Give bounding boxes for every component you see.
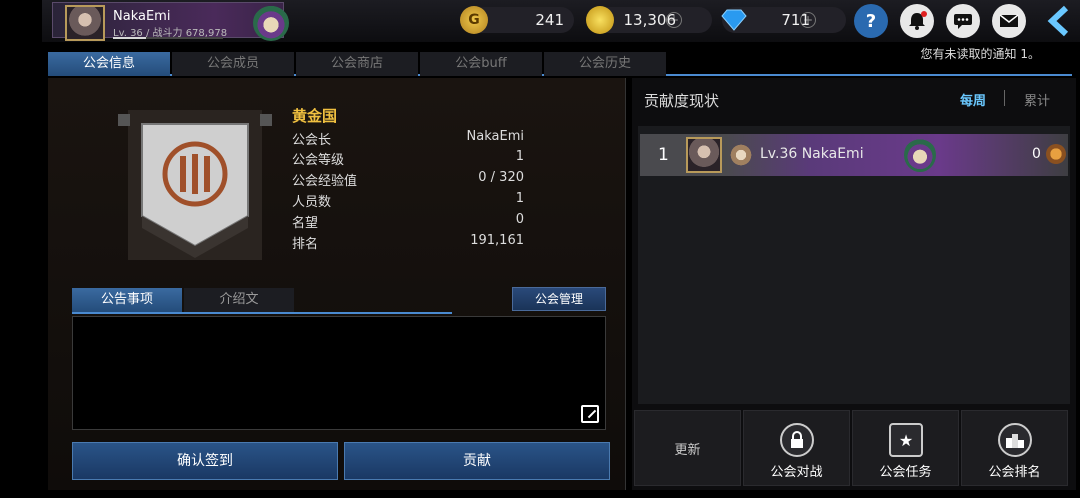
info-label: 公会经验值 xyxy=(292,174,358,189)
member-name: Lv.36 NakaEmi xyxy=(760,146,864,162)
contribution-list: 1 Lv.36 NakaEmi 0 xyxy=(638,126,1070,404)
guild-tabs: 公会信息 公会成员 公会商店 公会buff 公会历史 xyxy=(48,50,1072,76)
cumulative-toggle[interactable]: 累计 xyxy=(1024,90,1050,109)
guild-banner xyxy=(110,96,280,266)
info-row-fame: 名望 0 xyxy=(292,212,524,231)
diamond-icon xyxy=(720,6,748,34)
guild-ranking-button[interactable]: 公会排名 xyxy=(961,410,1068,486)
info-value: 191,161 xyxy=(470,233,524,248)
mail-icon[interactable] xyxy=(992,4,1026,38)
info-value: 1 xyxy=(515,191,524,206)
star-shield-icon: ★ xyxy=(889,423,923,457)
gold-g-icon: G xyxy=(460,6,488,34)
info-value: 0 xyxy=(515,212,524,227)
tab-guild-history[interactable]: 公会历史 xyxy=(544,52,666,76)
gold-value: 241 xyxy=(535,11,564,29)
info-label: 排名 xyxy=(292,237,319,252)
guild-info-panel: 黄金国 公会长 NakaEmi 公会等级 1 公会经验值 0 / 320 人员数… xyxy=(48,78,626,490)
info-value: NakaEmi xyxy=(466,129,524,144)
member-avatar xyxy=(686,137,722,173)
list-item[interactable]: 1 Lv.36 NakaEmi 0 xyxy=(640,134,1068,176)
jester-icon xyxy=(904,138,936,172)
checkin-button[interactable]: 确认签到 xyxy=(72,442,338,480)
podium-icon xyxy=(998,423,1032,457)
guild-battle-button[interactable]: 公会对战 xyxy=(743,410,850,486)
contribution-panel: 贡献度现状 每周 累计 1 Lv.36 NakaEmi 0 更新 公会对战 ★ … xyxy=(632,78,1076,490)
weekly-toggle[interactable]: 每周 xyxy=(960,90,986,109)
back-arrow-icon[interactable] xyxy=(1042,4,1076,38)
info-row-leader: 公会长 NakaEmi xyxy=(292,129,524,148)
player-name: NakaEmi xyxy=(113,9,171,24)
chat-icon[interactable] xyxy=(946,4,980,38)
gold-currency: G 241 xyxy=(460,6,574,34)
tab-guild-info[interactable]: 公会信息 xyxy=(48,52,170,76)
refresh-label: 更新 xyxy=(674,443,701,458)
guild-ranking-label: 公会排名 xyxy=(988,465,1041,480)
player-card[interactable]: NakaEmi Lv. 36 / 战斗力 678,978 xyxy=(52,2,289,41)
notice-content-box xyxy=(72,316,606,430)
period-divider xyxy=(1004,90,1005,106)
player-exp-bar xyxy=(113,37,223,39)
bell-icon[interactable] xyxy=(900,4,934,38)
lock-icon xyxy=(780,423,814,457)
guild-battle-label: 公会对战 xyxy=(770,465,823,480)
info-value: 0 / 320 xyxy=(478,170,524,185)
info-label: 人员数 xyxy=(292,195,332,210)
tab-notice[interactable]: 公告事项 xyxy=(72,288,182,312)
guild-manage-button[interactable]: 公会管理 xyxy=(512,287,606,311)
tab-guild-buff[interactable]: 公会buff xyxy=(420,52,542,76)
medal-icon xyxy=(1046,144,1066,164)
guild-name: 黄金国 xyxy=(292,107,338,125)
info-row-exp: 公会经验值 0 / 320 xyxy=(292,170,524,189)
guild-quest-label: 公会任务 xyxy=(879,465,932,480)
info-label: 公会等级 xyxy=(292,153,345,168)
gem-value: 711 xyxy=(781,11,810,29)
guild-quest-button[interactable]: ★ 公会任务 xyxy=(852,410,959,486)
tab-guild-members[interactable]: 公会成员 xyxy=(172,52,294,76)
contribution-title: 贡献度现状 xyxy=(644,92,720,110)
tab-introduction[interactable]: 介绍文 xyxy=(184,288,294,312)
info-row-rank: 排名 191,161 xyxy=(292,233,524,252)
bottom-actions: 更新 公会对战 ★ 公会任务 公会排名 xyxy=(634,410,1074,486)
edit-icon[interactable] xyxy=(581,405,599,423)
member-score: 0 xyxy=(1032,146,1041,162)
notice-tabs: 公告事项 介绍文 xyxy=(72,288,452,314)
info-row-level: 公会等级 1 xyxy=(292,149,524,168)
player-avatar[interactable] xyxy=(65,5,105,41)
coin-icon xyxy=(586,6,614,34)
contribute-button[interactable]: 贡献 xyxy=(344,442,610,480)
coin-currency: + 13,306 xyxy=(586,6,712,34)
left-edge xyxy=(0,0,42,498)
refresh-button[interactable]: 更新 xyxy=(634,410,741,486)
info-value: 1 xyxy=(515,149,524,164)
info-label: 名望 xyxy=(292,216,319,231)
jester-icon xyxy=(253,5,289,41)
tab-guild-shop[interactable]: 公会商店 xyxy=(296,52,418,76)
top-bar: NakaEmi Lv. 36 / 战斗力 678,978 G 241 + 13,… xyxy=(42,0,1080,42)
info-row-members: 人员数 1 xyxy=(292,191,524,210)
gem-currency: + 711 xyxy=(720,6,846,34)
info-label: 公会长 xyxy=(292,133,332,148)
coin-value: 13,306 xyxy=(623,11,677,29)
rank-number: 1 xyxy=(658,145,669,165)
help-icon[interactable]: ? xyxy=(854,4,888,38)
rank-emblem-icon xyxy=(728,144,754,166)
